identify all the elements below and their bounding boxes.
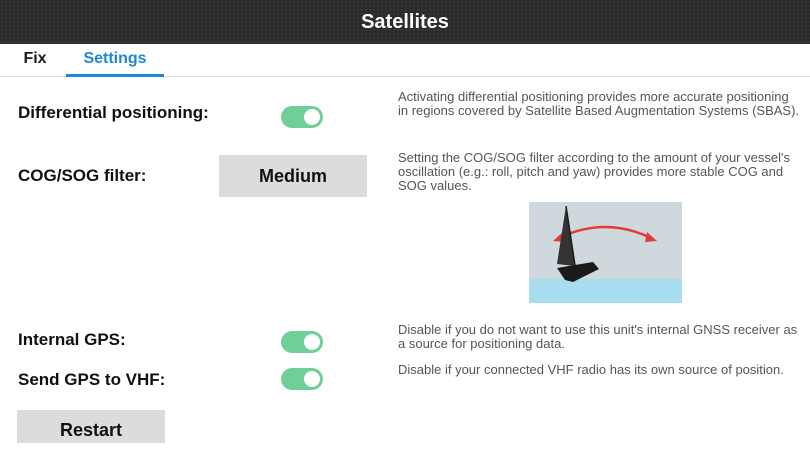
internal-gps-toggle[interactable]	[281, 331, 323, 353]
cog-sog-filter-description: Setting the COG/SOG filter according to …	[398, 150, 790, 193]
restart-button[interactable]: Restart	[17, 410, 165, 443]
tab-fix[interactable]: Fix	[10, 44, 60, 74]
internal-gps-label: Internal GPS:	[18, 330, 126, 349]
send-gps-to-vhf-description: Disable if your connected VHF radio has …	[398, 362, 784, 377]
internal-gps-description: Disable if you do not want to use this u…	[398, 322, 798, 351]
toggle-knob	[304, 109, 320, 125]
send-gps-to-vhf-label: Send GPS to VHF:	[18, 370, 166, 389]
differential-positioning-description: Activating differential positioning prov…	[398, 89, 800, 118]
tab-bar: Fix Settings	[0, 44, 810, 77]
send-gps-to-vhf-toggle[interactable]	[281, 368, 323, 390]
cog-sog-filter-button[interactable]: Medium	[219, 155, 367, 197]
toggle-knob	[304, 334, 320, 350]
differential-positioning-label: Differential positioning:	[18, 103, 209, 122]
differential-positioning-toggle[interactable]	[281, 106, 323, 128]
sailboat-oscillation-illustration	[529, 202, 682, 303]
sky-background	[529, 202, 682, 279]
tab-settings[interactable]: Settings	[66, 44, 164, 77]
page-title: Satellites	[361, 10, 449, 33]
title-bar: Satellites	[0, 0, 810, 44]
cog-sog-filter-label: COG/SOG filter:	[18, 166, 147, 185]
toggle-knob	[304, 371, 320, 387]
water-background	[529, 279, 682, 303]
